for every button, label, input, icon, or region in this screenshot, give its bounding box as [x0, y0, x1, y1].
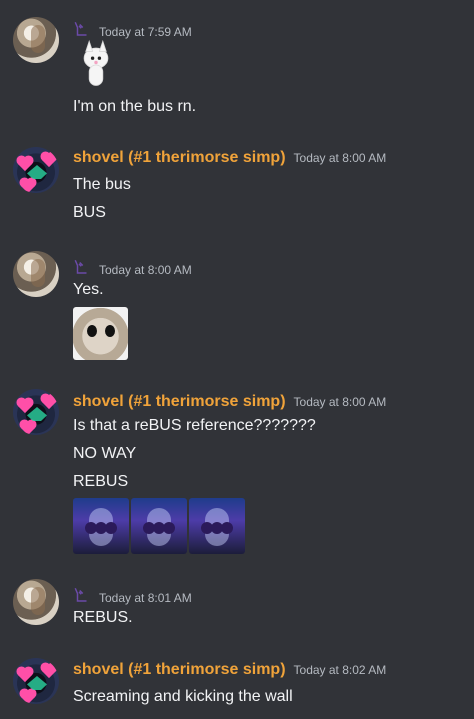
heart-icon — [41, 152, 57, 168]
message-header: shovel (#1 therimorse simp) Today at 8:0… — [73, 661, 386, 681]
image-attachment[interactable] — [73, 307, 128, 360]
heart-icon — [17, 156, 33, 172]
message-header: shovel (#1 therimorse simp) Today at 8:0… — [73, 149, 386, 169]
user-avatar[interactable] — [13, 147, 59, 193]
user-avatar[interactable] — [13, 251, 59, 297]
message-header: shovel (#1 therimorse simp) Today at 8:0… — [73, 393, 386, 413]
message-group: Today at 8:01 AM REBUS. — [0, 579, 474, 649]
user-avatar[interactable] — [13, 579, 59, 625]
timestamp: Today at 8:00 AM — [293, 395, 387, 409]
eye-graphic — [105, 325, 115, 337]
user-avatar[interactable] — [13, 658, 59, 704]
message-text: The bus — [73, 176, 131, 193]
role-icon[interactable] — [73, 20, 91, 38]
timestamp: Today at 8:00 AM — [99, 263, 192, 277]
message-text: Is that a reBUS reference??????? — [73, 417, 316, 434]
heart-icon — [17, 398, 33, 414]
heart-icon — [20, 178, 36, 193]
image-attachment[interactable] — [131, 498, 187, 554]
message-header: Today at 8:01 AM — [73, 584, 192, 605]
cat-sticker[interactable] — [79, 39, 113, 91]
timestamp: Today at 8:02 AM — [293, 663, 387, 677]
role-icon[interactable] — [73, 586, 91, 604]
message-group: shovel (#1 therimorse simp) Today at 8:0… — [0, 657, 474, 719]
message-text: REBUS. — [73, 609, 133, 626]
username[interactable]: shovel (#1 therimorse simp) — [73, 393, 286, 411]
message-text: NO WAY — [73, 445, 137, 462]
message-text: REBUS — [73, 473, 129, 490]
chat-log: Today at 7:59 AM I'm on the bus rn. shov… — [0, 0, 474, 719]
message-header: Today at 7:59 AM — [73, 18, 192, 39]
username[interactable]: shovel (#1 therimorse simp) — [73, 149, 286, 167]
heart-icon — [20, 420, 36, 435]
message-group: Today at 8:00 AM Yes. — [0, 251, 474, 361]
message-group: shovel (#1 therimorse simp) Today at 8:0… — [0, 389, 474, 554]
heart-icon — [17, 667, 33, 683]
timestamp: Today at 8:00 AM — [293, 151, 387, 165]
username[interactable]: shovel (#1 therimorse simp) — [73, 661, 286, 679]
image-attachment[interactable] — [189, 498, 245, 554]
message-text: Screaming and kicking the wall — [73, 688, 293, 705]
user-avatar[interactable] — [13, 389, 59, 435]
timestamp: Today at 8:01 AM — [99, 591, 192, 605]
eye-graphic — [87, 325, 97, 337]
message-text: I'm on the bus rn. — [73, 98, 197, 115]
timestamp: Today at 7:59 AM — [99, 25, 192, 39]
message-text: BUS — [73, 204, 106, 221]
message-text: Yes. — [73, 281, 104, 298]
message-header: Today at 8:00 AM — [73, 256, 192, 277]
heart-icon — [20, 689, 36, 704]
role-icon[interactable] — [73, 258, 91, 276]
message-group: shovel (#1 therimorse simp) Today at 8:0… — [0, 146, 474, 238]
heart-icon — [41, 394, 57, 410]
user-avatar[interactable] — [13, 17, 59, 63]
image-attachment[interactable] — [73, 498, 129, 554]
heart-icon — [41, 663, 57, 679]
message-group: Today at 7:59 AM I'm on the bus rn. — [0, 14, 474, 124]
